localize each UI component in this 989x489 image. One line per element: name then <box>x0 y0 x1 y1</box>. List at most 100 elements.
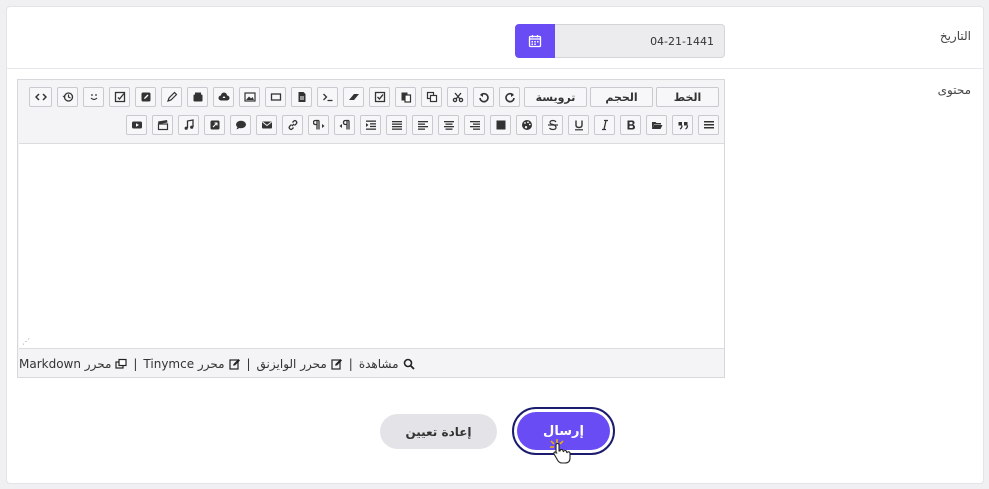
editor-mode-bar: مشاهدة | محرر الوايزنق | محرر Tinymce | … <box>19 350 724 377</box>
emoji-button[interactable] <box>83 87 104 107</box>
youtube-button[interactable] <box>126 115 147 135</box>
frame-button[interactable] <box>265 87 286 107</box>
markdown-editor-link[interactable]: محرر Markdown <box>19 357 127 371</box>
history-icon <box>62 92 73 102</box>
file-icon <box>298 92 305 102</box>
background-color-button[interactable] <box>490 115 511 135</box>
markdown-editor: الخط الحجم ترويسة ⋰ مشاهدة | محرر الوايز… <box>17 79 725 378</box>
edit-button[interactable] <box>135 87 156 107</box>
wysiwyg-editor-link[interactable]: محرر الوايزنق <box>257 357 343 371</box>
footer-separator: | <box>246 356 251 371</box>
blockquote-button[interactable] <box>672 115 693 135</box>
calendar-icon <box>528 35 542 48</box>
size-select[interactable]: الحجم <box>590 87 653 107</box>
align-center-button[interactable] <box>438 115 459 135</box>
editor-text-area[interactable]: ⋰ <box>19 143 724 349</box>
heading-select[interactable]: ترويسة <box>524 87 587 107</box>
copy-button[interactable] <box>421 87 442 107</box>
text-color-button[interactable] <box>516 115 537 135</box>
comment-button[interactable] <box>230 115 251 135</box>
media-library-button[interactable] <box>187 87 208 107</box>
align-right-button[interactable] <box>464 115 485 135</box>
scissors-icon <box>452 92 463 103</box>
code-button[interactable] <box>317 87 338 107</box>
eraser-icon <box>348 94 359 100</box>
paste-button[interactable] <box>395 87 416 107</box>
undo-button[interactable] <box>473 87 494 107</box>
video-clip-button[interactable] <box>152 115 173 135</box>
date-field-group <box>515 24 725 58</box>
bullet-list-button[interactable] <box>698 115 719 135</box>
footer-separator: | <box>348 356 353 371</box>
folder-open-icon <box>651 122 662 129</box>
resize-handle[interactable]: ⋰ <box>22 337 30 346</box>
search-icon <box>403 358 415 370</box>
redo-button[interactable] <box>499 87 520 107</box>
italic-button[interactable] <box>594 115 615 135</box>
paragraph-ltr-icon <box>312 119 324 130</box>
indent-button[interactable] <box>360 115 381 135</box>
preview-label: مشاهدة <box>358 356 399 371</box>
archive-icon <box>193 92 202 102</box>
tinymce-editor-label: محرر Tinymce <box>143 356 225 371</box>
justify-button[interactable] <box>386 115 407 135</box>
select-all-button[interactable] <box>369 87 390 107</box>
insert-image-button[interactable] <box>239 87 260 107</box>
paragraph-rtl-icon <box>339 119 350 130</box>
wysiwyg-editor-label: محرر الوايزنق <box>256 356 327 371</box>
tinymce-editor-link[interactable]: محرر Tinymce <box>143 357 240 371</box>
underline-button[interactable] <box>568 115 589 135</box>
image-icon <box>243 92 256 102</box>
checklist-button[interactable] <box>109 87 130 107</box>
music-note-icon <box>184 119 194 130</box>
list-icon <box>703 121 714 129</box>
strikethrough-icon <box>547 119 558 131</box>
new-document-button[interactable] <box>291 87 312 107</box>
rtl-direction-button[interactable] <box>334 115 355 135</box>
strikethrough-button[interactable] <box>542 115 563 135</box>
edit-icon <box>228 358 240 370</box>
upload-button[interactable] <box>213 87 234 107</box>
redo-icon <box>504 92 515 103</box>
date-label: التاريخ <box>939 29 971 43</box>
code-brackets-icon <box>34 93 47 101</box>
envelope-icon <box>261 121 272 129</box>
edit-icon <box>331 358 342 370</box>
terminal-icon <box>322 93 332 102</box>
insert-link-button[interactable] <box>161 87 182 107</box>
hyperlink-button[interactable] <box>282 115 303 135</box>
open-folder-button[interactable] <box>646 115 667 135</box>
align-left-button[interactable] <box>412 115 433 135</box>
ltr-direction-button[interactable] <box>308 115 329 135</box>
underline-icon <box>574 120 583 131</box>
email-button[interactable] <box>256 115 277 135</box>
paste-icon <box>401 92 411 103</box>
font-select-label: الخط <box>673 90 702 104</box>
speech-bubble-icon <box>235 120 246 130</box>
audio-button[interactable] <box>178 115 199 135</box>
align-justify-icon <box>391 121 402 130</box>
font-select[interactable]: الخط <box>656 87 719 107</box>
align-right-icon <box>469 121 480 130</box>
square-icon <box>496 120 505 130</box>
source-code-button[interactable] <box>29 87 52 107</box>
reset-button[interactable]: إعادة تعيين <box>380 414 497 449</box>
cut-button[interactable] <box>447 87 468 107</box>
check-square-icon <box>114 91 125 103</box>
preview-link[interactable]: مشاهدة <box>359 357 415 371</box>
embed-button[interactable] <box>204 115 225 135</box>
bold-button[interactable] <box>620 115 641 135</box>
checkbox-icon <box>374 91 385 103</box>
calendar-button[interactable] <box>515 24 555 58</box>
date-input[interactable] <box>555 24 725 58</box>
content-label: محتوى <box>937 83 971 97</box>
rectangle-icon <box>270 93 281 101</box>
align-left-icon <box>417 121 428 130</box>
edit-square-icon <box>141 92 150 102</box>
undo-icon <box>478 92 489 103</box>
play-video-icon <box>131 121 142 129</box>
remove-format-button[interactable] <box>343 87 364 107</box>
editor-toolbar: الخط الحجم ترويسة <box>29 87 723 139</box>
history-button[interactable] <box>57 87 78 107</box>
pen-icon <box>166 91 177 102</box>
